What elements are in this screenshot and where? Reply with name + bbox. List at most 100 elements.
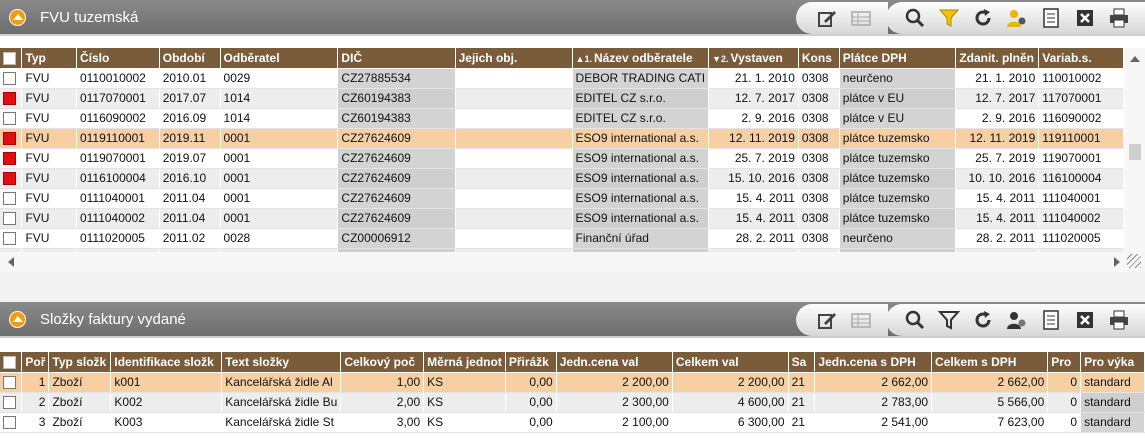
grid-view-icon[interactable] [846,306,876,334]
table-row[interactable]: FVU 0119070001 2019.07 0001 CZ27624609 ESO9 i… [0,148,1124,169]
table-row[interactable]: FVU 0119110001 2019.11 0001 CZ27624609 ESO9 i… [0,128,1124,149]
row-checkbox-cell[interactable] [0,188,23,209]
horizontal-scrollbar[interactable] [0,252,1124,272]
row-checkbox-cell[interactable] [0,372,23,393]
table-row[interactable]: 3 Zboží K003 Kancelářská židle St 3,00 KS 0,00… [0,412,1145,433]
column-header-pro[interactable]: Pro [1047,352,1082,373]
settings-user-icon[interactable] [1002,4,1032,32]
column-label: Plátce DPH [842,50,907,65]
column-header-typ-slozk[interactable]: Typ složk [48,352,112,373]
column-header-zdanit-plnen[interactable]: Zdanit. plněn [955,48,1040,69]
scroll-thumb[interactable] [1129,144,1141,160]
row-checkbox[interactable] [3,112,16,126]
table-row[interactable]: 2 Zboží K002 Kancelářská židle Bu 2,00 KS 0,00… [0,392,1145,413]
scroll-left-icon[interactable] [8,257,14,267]
row-checkbox-cell[interactable] [0,128,23,149]
row-checkbox-cell[interactable] [0,208,23,229]
select-all-checkbox[interactable] [0,352,23,373]
filter-icon[interactable] [934,4,964,32]
row-checkbox[interactable] [3,92,16,106]
column-header-por[interactable]: Poř [21,352,50,373]
column-header-variab-s[interactable]: Variab.s. [1038,48,1124,69]
row-checkbox[interactable] [3,212,16,226]
vertical-scrollbar[interactable] [1124,48,1145,272]
column-header-identifikace-slozk[interactable]: Identifikace složk [110,352,223,373]
column-header-kons[interactable]: Kons [798,48,840,69]
column-header-obdobi[interactable]: Období [159,48,221,69]
column-header-celkem-s-dph[interactable]: Celkem s DPH [931,352,1049,373]
checkbox[interactable] [3,355,16,369]
edit-icon[interactable] [812,4,842,32]
row-checkbox[interactable] [3,172,16,186]
column-header-cislo[interactable]: Číslo [76,48,160,69]
row-checkbox-cell[interactable] [0,392,23,413]
column-header-celkem-val[interactable]: Celkem val [672,352,789,373]
column-header-nazev-odberatele[interactable]: ▲1. Název odběratele [572,48,710,69]
column-header-typ[interactable]: Typ [21,48,77,69]
select-all-checkbox[interactable] [0,48,23,69]
checkbox[interactable] [3,51,16,65]
collapse-icon[interactable] [9,311,26,328]
column-label: Období [162,50,205,65]
column-header-pro-vyka[interactable]: Pro výka [1080,352,1145,373]
filter-icon[interactable] [934,306,964,334]
edit-icon[interactable] [812,306,842,334]
excel-export-icon[interactable] [1070,4,1100,32]
row-checkbox[interactable] [3,132,16,146]
refresh-icon[interactable] [968,4,998,32]
row-checkbox-cell[interactable] [0,412,23,433]
column-header-vystaven[interactable]: ▼2. Vystaven [708,48,799,69]
resize-grip-icon[interactable] [1127,254,1141,268]
search-icon[interactable] [900,4,930,32]
column-header-jejich-obj[interactable]: Jejich obj. [455,48,573,69]
table-row[interactable]: FVU 0111040002 2011.04 0001 CZ27624609 ESO9 i… [0,208,1124,229]
grid-view-icon[interactable] [846,4,876,32]
table-row[interactable]: FVU 0116100004 2016.10 0001 CZ27624609 ESO9 i… [0,168,1124,189]
refresh-icon[interactable] [968,306,998,334]
row-checkbox[interactable] [3,416,16,430]
row-checkbox-cell[interactable] [0,168,23,189]
cell-sazba: 21 [788,372,816,393]
row-checkbox[interactable] [3,152,16,166]
column-header-platce-dph[interactable]: Plátce DPH [839,48,957,69]
cell-cislo: 0119070001 [76,148,160,169]
table-row[interactable]: FVU 0111020005 2011.02 0028 CZ00006912 Finanč… [0,228,1124,249]
column-header-jedn-cena-val[interactable]: Jedn.cena val [556,352,673,373]
row-checkbox[interactable] [3,396,16,410]
document-icon[interactable] [1036,306,1066,334]
column-header-text-slozky[interactable]: Text složky [221,352,342,373]
row-checkbox-cell[interactable] [0,108,23,129]
document-icon[interactable] [1036,4,1066,32]
row-checkbox-cell[interactable] [0,88,23,109]
column-header-merna-jednot[interactable]: Měrná jednot [423,352,506,373]
scroll-up-icon[interactable] [1130,56,1140,62]
row-checkbox[interactable] [3,192,16,206]
column-header-odberatel[interactable]: Odběratel [220,48,339,69]
print-icon[interactable] [1104,4,1134,32]
cell-celkem_dph: 7 623,00 [931,412,1049,433]
print-icon[interactable] [1104,306,1134,334]
table-row[interactable]: FVU 0110010002 2010.01 0029 CZ27885534 DEBOR … [0,68,1124,89]
cell-variab: 116100004 [1038,168,1124,189]
column-header-jedn-cena-s-dph[interactable]: Jedn.cena s DPH [814,352,933,373]
row-checkbox-cell[interactable] [0,148,23,169]
column-header-dic[interactable]: DIČ [337,48,456,69]
row-checkbox-cell[interactable] [0,68,23,89]
main-toolbar [886,304,1145,336]
settings-user-icon[interactable] [1002,306,1032,334]
row-checkbox[interactable] [3,72,16,86]
row-checkbox[interactable] [3,376,16,390]
column-header-prirazk[interactable]: Přirážk [505,352,557,373]
row-checkbox-cell[interactable] [0,228,23,249]
table-row[interactable]: 1 Zboží k001 Kancelářská židle Al 1,00 KS 0,00… [0,372,1145,393]
table-row[interactable]: FVU 0111040001 2011.04 0001 CZ27624609 ESO9 i… [0,188,1124,209]
collapse-icon[interactable] [9,9,26,26]
scroll-right-icon[interactable] [1114,257,1120,267]
table-row[interactable]: FVU 0117070001 2017.07 1014 CZ60194383 EDITEL… [0,88,1124,109]
column-header-sa[interactable]: Sa [788,352,816,373]
excel-export-icon[interactable] [1070,306,1100,334]
row-checkbox[interactable] [3,232,16,246]
search-icon[interactable] [900,306,930,334]
column-header-celkovy-poc[interactable]: Celkový poč [340,352,425,373]
table-row[interactable]: FVU 0116090002 2016.09 1014 CZ60194383 EDITEL… [0,108,1124,129]
